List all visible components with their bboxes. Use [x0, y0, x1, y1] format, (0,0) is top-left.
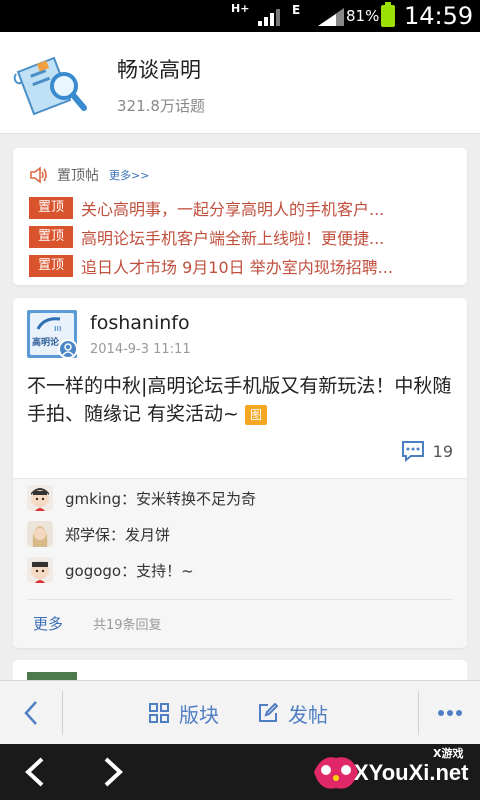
post-author[interactable]: foshaninfo	[90, 312, 190, 334]
more-dots-icon	[438, 710, 462, 716]
post-date: 2014-9-3 11:11	[90, 342, 191, 357]
pinned-item[interactable]: 置顶 追日人才市场 9月10日 举办室内现场招聘...	[29, 254, 459, 278]
comment-counter[interactable]: 19	[401, 440, 453, 462]
back-button[interactable]	[0, 681, 62, 745]
pinned-item[interactable]: 置顶 关心高明事，一起分享高明人的手机客户...	[29, 196, 459, 220]
pinned-card: 置顶帖 更多>> 置顶 关心高明事，一起分享高明人的手机客户... 置顶 高明论…	[13, 148, 467, 285]
reply-text: 郑学保：发月饼	[65, 525, 171, 544]
chevron-left-icon	[24, 701, 37, 725]
nav-forward-icon[interactable]	[98, 756, 128, 788]
network-type: H+	[231, 2, 250, 15]
watermark-small-text: X游戏	[433, 747, 464, 760]
network-type-2: E	[292, 3, 301, 17]
watermark-text: XYouXi.net	[354, 760, 469, 785]
edit-icon	[259, 703, 278, 722]
signal-icon	[258, 9, 280, 26]
avatar-logo-icon: ııı	[36, 317, 62, 334]
forum-header: 畅谈高明 321.8万话题	[0, 32, 480, 134]
avatar	[27, 485, 53, 511]
user-badge-icon	[58, 339, 77, 358]
signal-icon-2	[318, 8, 344, 26]
pinned-label: 置顶帖	[57, 168, 99, 184]
forum-title: 畅谈高明	[117, 58, 201, 82]
pinned-item[interactable]: 置顶 高明论坛手机客户端全新上线啦！更便捷...	[29, 225, 459, 249]
reply-text: gmking：安米转换不足为奇	[65, 489, 257, 508]
pinned-item-text: 关心高明事，一起分享高明人的手机客户...	[81, 200, 385, 219]
avatar	[27, 557, 53, 583]
reply-item[interactable]: gogogo：支持！~	[27, 557, 194, 583]
system-navigation-bar: X游戏 XYouXi.net	[0, 744, 480, 800]
pinned-tag: 置顶	[29, 255, 73, 277]
new-post-label: 发帖	[288, 702, 328, 727]
bottom-toolbar: 版块 发帖	[0, 680, 480, 744]
pinned-item-text: 高明论坛手机客户端全新上线啦！更便捷...	[81, 229, 385, 248]
status-bar: H+ E 81% 14:59	[0, 0, 480, 32]
comment-icon	[401, 441, 424, 462]
svg-text:ııı: ııı	[54, 324, 62, 334]
sections-label: 版块	[179, 702, 219, 727]
scroll-magnifier-icon	[13, 56, 87, 116]
divider	[62, 691, 63, 735]
battery-percent: 81%	[346, 7, 380, 25]
image-tag: 图	[244, 404, 267, 425]
grid-icon	[149, 703, 169, 723]
reply-text: gogogo：支持！~	[65, 561, 194, 580]
speaker-icon	[30, 166, 47, 184]
reply-total: 共19条回复	[93, 618, 162, 633]
more-menu-button[interactable]	[420, 681, 480, 745]
divider	[418, 691, 419, 735]
avatar-text: 高明论	[32, 338, 60, 348]
reply-item[interactable]: gmking：安米转换不足为奇	[27, 485, 256, 511]
sections-button[interactable]: 版块	[149, 681, 219, 745]
reply-area: gmking：安米转换不足为奇 郑学保：发月饼 gogogo：支持！~ 更多 共…	[13, 479, 467, 648]
pinned-tag: 置顶	[29, 226, 73, 248]
pinned-header: 置顶帖 更多>>	[29, 164, 149, 186]
reply-item[interactable]: 郑学保：发月饼	[27, 521, 170, 547]
battery-icon	[381, 2, 395, 27]
avatar	[27, 521, 53, 547]
author-avatar[interactable]: ııı 高明论	[27, 310, 77, 358]
pinned-more-link[interactable]: 更多>>	[109, 167, 149, 183]
topic-count: 321.8万话题	[117, 97, 205, 115]
pinned-tag: 置顶	[29, 197, 73, 219]
more-replies-link[interactable]: 更多	[33, 613, 63, 634]
new-post-button[interactable]: 发帖	[258, 681, 328, 745]
post-title-text: 不一样的中秋|高明论坛手机版又有新玩法！中秋随手拍、随缘记 有奖活动~	[27, 375, 452, 425]
post-card[interactable]: ııı 高明论 foshaninfo 2014-9-3 11:11 不一样的中秋…	[13, 298, 467, 648]
post-title[interactable]: 不一样的中秋|高明论坛手机版又有新玩法！中秋随手拍、随缘记 有奖活动~ 图	[27, 372, 457, 428]
clock: 14:59	[404, 2, 474, 30]
nav-back-icon[interactable]	[20, 756, 50, 788]
comment-count: 19	[432, 441, 453, 461]
pinned-item-text: 追日人才市场 9月10日 举办室内现场招聘...	[81, 258, 393, 277]
divider	[27, 599, 453, 600]
